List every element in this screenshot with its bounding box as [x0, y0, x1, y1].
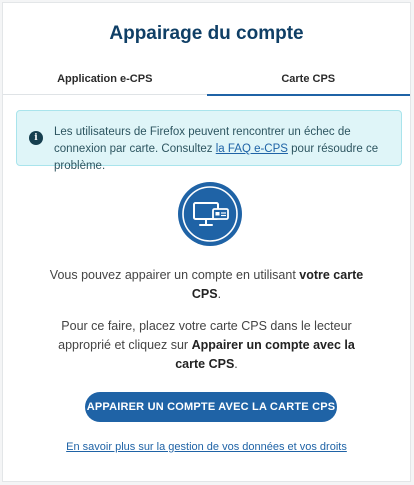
info-icon: i [29, 131, 43, 145]
tab-carte-cps[interactable]: Carte CPS [206, 63, 411, 96]
instructions-paragraph-1: Vous pouvez appairer un compte en utilis… [49, 268, 364, 301]
computer-card-reader-icon [178, 182, 242, 246]
pair-account-with-card-button[interactable]: APPAIRER UN COMPTE AVEC LA CARTE CPS [85, 392, 337, 422]
instructions-paragraph-2: Pour ce faire, placez votre carte CPS da… [58, 319, 355, 371]
page-title: Appairage du compte [109, 23, 304, 44]
data-rights-link[interactable]: En savoir plus sur la gestion de vos don… [66, 441, 347, 453]
alert-text: Les utilisateurs de Firefox peuvent renc… [54, 126, 379, 172]
tab-bar: Application e-CPS Carte CPS [3, 63, 411, 96]
footer: En savoir plus sur la gestion de vos don… [3, 441, 410, 453]
faq-ecps-link[interactable]: la FAQ e-CPS [216, 143, 288, 155]
firefox-warning-alert: i Les utilisateurs de Firefox peuvent re… [16, 110, 402, 172]
account-pairing-panel: Appairage du compte Application e-CPS Ca… [2, 2, 411, 482]
tab-application-ecps[interactable]: Application e-CPS [3, 63, 207, 95]
